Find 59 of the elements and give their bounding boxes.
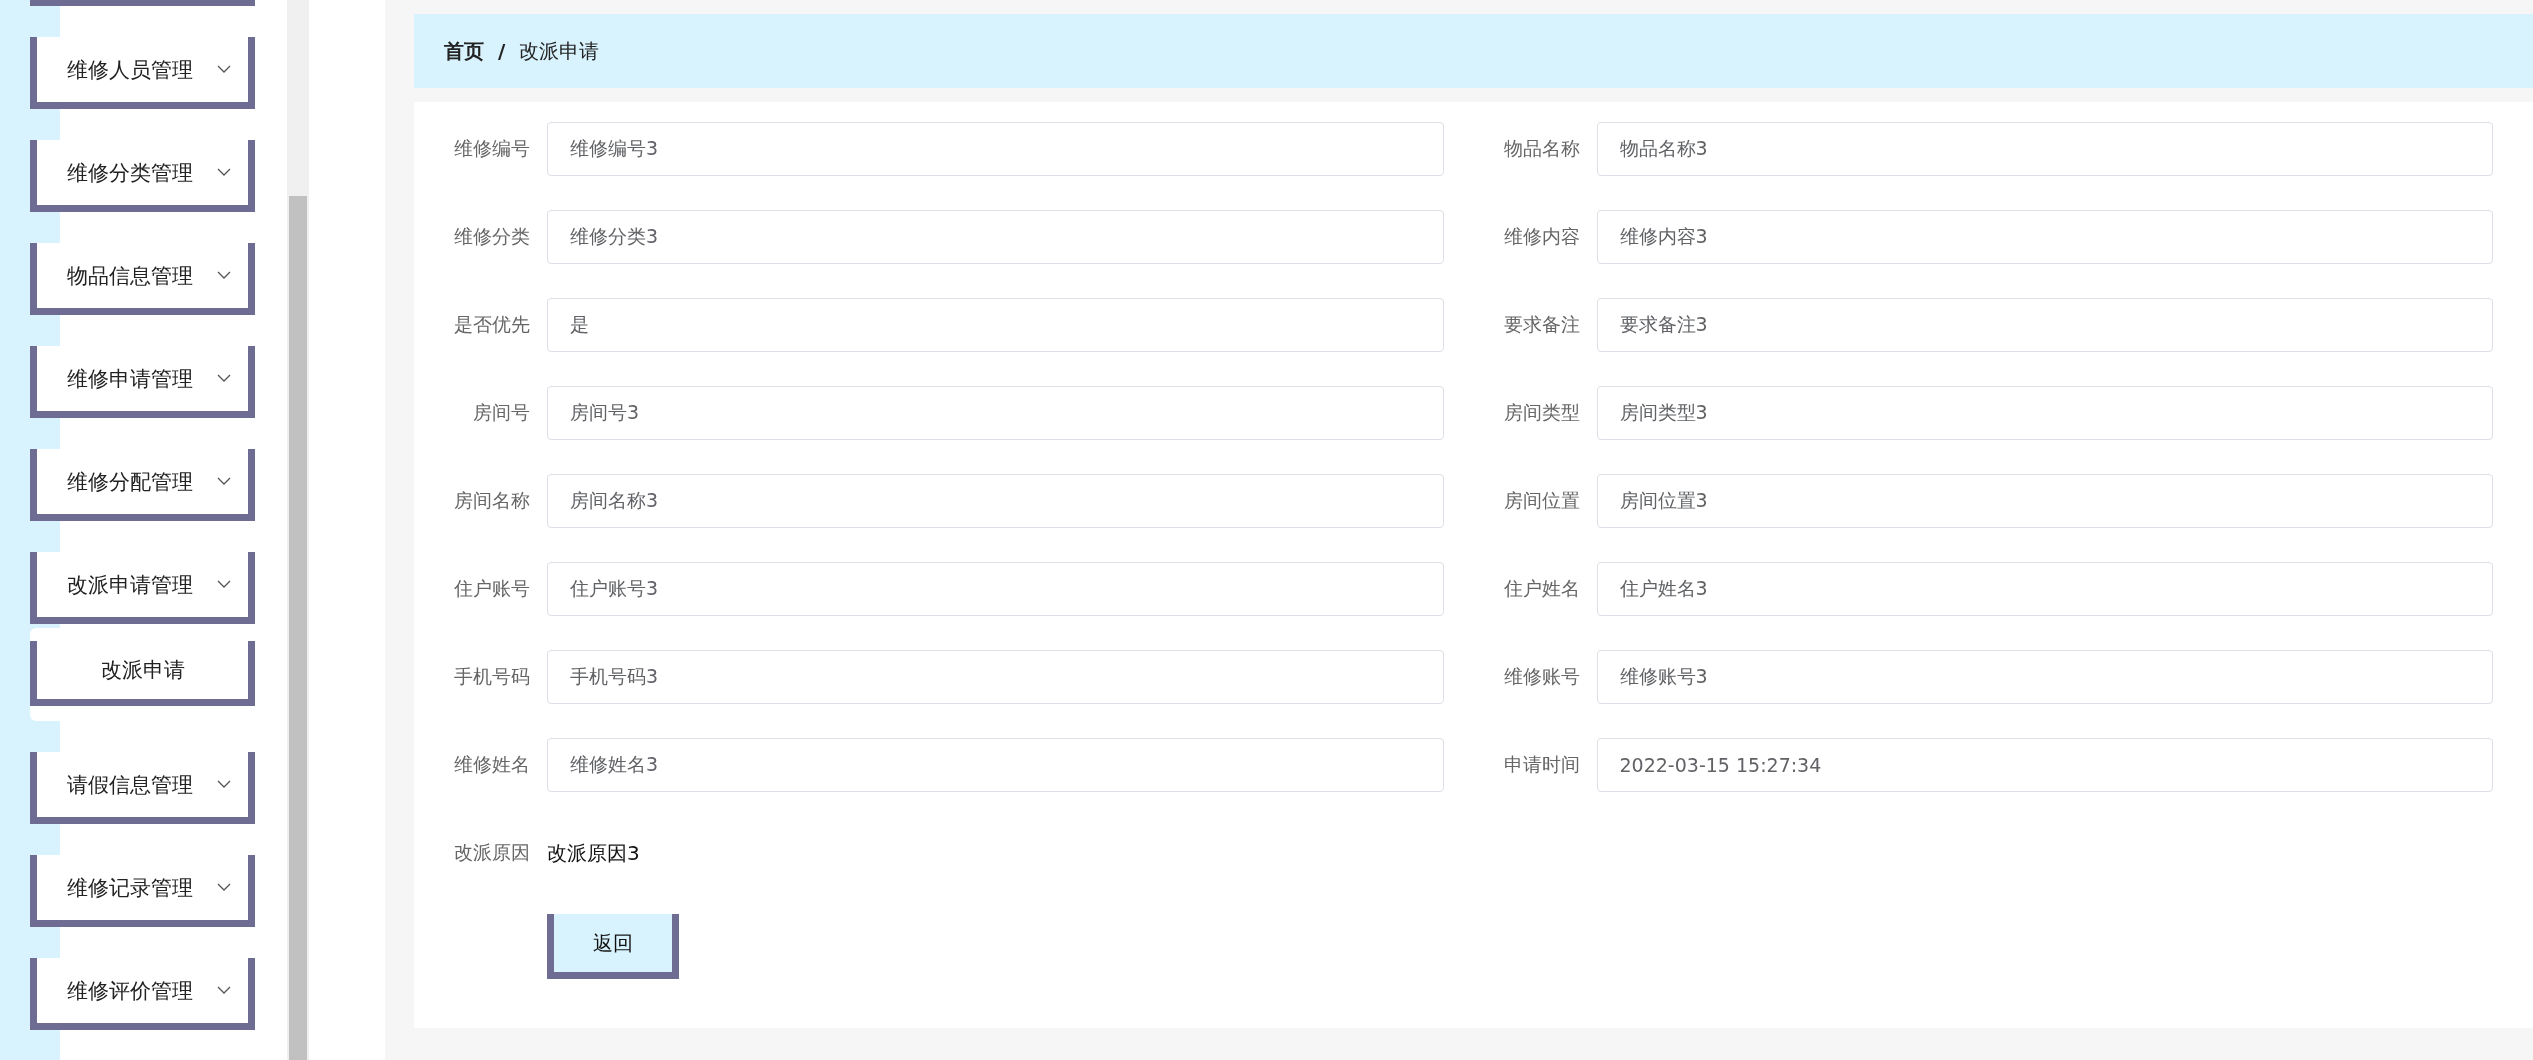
sidebar-menu-item[interactable]: 维修人员管理 — [30, 37, 255, 109]
input-field[interactable]: 房间名称3 — [547, 474, 1444, 528]
input-field[interactable]: 物品名称3 — [1596, 122, 2493, 176]
chevron-down-icon — [217, 168, 231, 177]
input-field[interactable]: 维修姓名3 — [547, 738, 1444, 792]
field-label: 房间名称 — [453, 488, 530, 513]
input-field[interactable]: 房间位置3 — [1596, 474, 2493, 528]
input-field[interactable]: 手机号码3 — [547, 650, 1444, 704]
input-field[interactable]: 维修编号3 — [547, 122, 1444, 176]
field-label: 改派原因 — [453, 840, 530, 865]
input-field[interactable]: 是 — [547, 298, 1444, 352]
field-label: 住户账号 — [453, 576, 530, 601]
chevron-down-icon — [217, 374, 231, 383]
field-label: 要求备注 — [1502, 312, 1580, 337]
field-label: 维修姓名 — [453, 752, 530, 777]
input-field[interactable]: 维修分类3 — [547, 210, 1444, 264]
sidebar-menu-item[interactable]: 维修申请管理 — [30, 346, 255, 418]
chevron-down-icon — [217, 271, 231, 280]
back-button[interactable]: 返回 — [547, 914, 679, 979]
input-field[interactable]: 住户姓名3 — [1596, 562, 2493, 616]
field-label: 维修分类 — [453, 224, 530, 249]
submenu-item[interactable]: 改派申请 — [30, 641, 255, 706]
chevron-down-icon — [217, 65, 231, 74]
field-label: 是否优先 — [453, 312, 530, 337]
field-label: 维修编号 — [453, 136, 530, 161]
field-label: 物品名称 — [1502, 136, 1580, 161]
input-field[interactable]: 2022-03-15 15:27:34 — [1596, 738, 2493, 792]
field-label: 申请时间 — [1502, 752, 1580, 777]
chevron-down-icon — [217, 477, 231, 486]
chevron-down-icon — [217, 580, 231, 589]
sidebar-menu-item[interactable]: 改派申请管理 — [30, 552, 255, 624]
field-label: 房间类型 — [1502, 400, 1580, 425]
breadcrumb-current: 改派申请 — [519, 37, 600, 65]
input-field[interactable]: 维修内容3 — [1596, 210, 2493, 264]
scrollbar[interactable] — [287, 0, 309, 1060]
input-field[interactable]: 房间号3 — [547, 386, 1444, 440]
field-label: 维修内容 — [1502, 224, 1580, 249]
sidebar-menu-item[interactable]: 维修分配管理 — [30, 449, 255, 521]
sidebar-menu-item[interactable]: 维修评价管理 — [30, 958, 255, 1030]
chevron-down-icon — [217, 883, 231, 892]
field-label: 手机号码 — [453, 664, 530, 689]
sidebar-menu-item[interactable]: 维修记录管理 — [30, 855, 255, 927]
field-label: 住户姓名 — [1502, 576, 1580, 601]
field-label: 房间号 — [472, 400, 530, 425]
sidebar-menu-item[interactable]: 物品信息管理 — [30, 243, 255, 315]
chevron-down-icon — [217, 780, 231, 789]
breadcrumb-link[interactable]: 首页 — [444, 37, 484, 65]
input-field[interactable]: 维修账号3 — [1596, 650, 2493, 704]
field-label: 维修账号 — [1502, 664, 1580, 689]
scrollbar-thumb[interactable] — [289, 196, 307, 1060]
sidebar-menu-item[interactable]: 维修分类管理 — [30, 140, 255, 212]
input-field[interactable]: 要求备注3 — [1596, 298, 2493, 352]
chevron-down-icon — [217, 986, 231, 995]
input-field[interactable]: 住户账号3 — [547, 562, 1444, 616]
field-value: 改派原因3 — [547, 839, 640, 867]
sidebar-menu-item[interactable]: 请假信息管理 — [30, 752, 255, 824]
input-field[interactable]: 房间类型3 — [1596, 386, 2493, 440]
field-label: 房间位置 — [1502, 488, 1580, 513]
breadcrumb-separator: / — [498, 39, 506, 63]
